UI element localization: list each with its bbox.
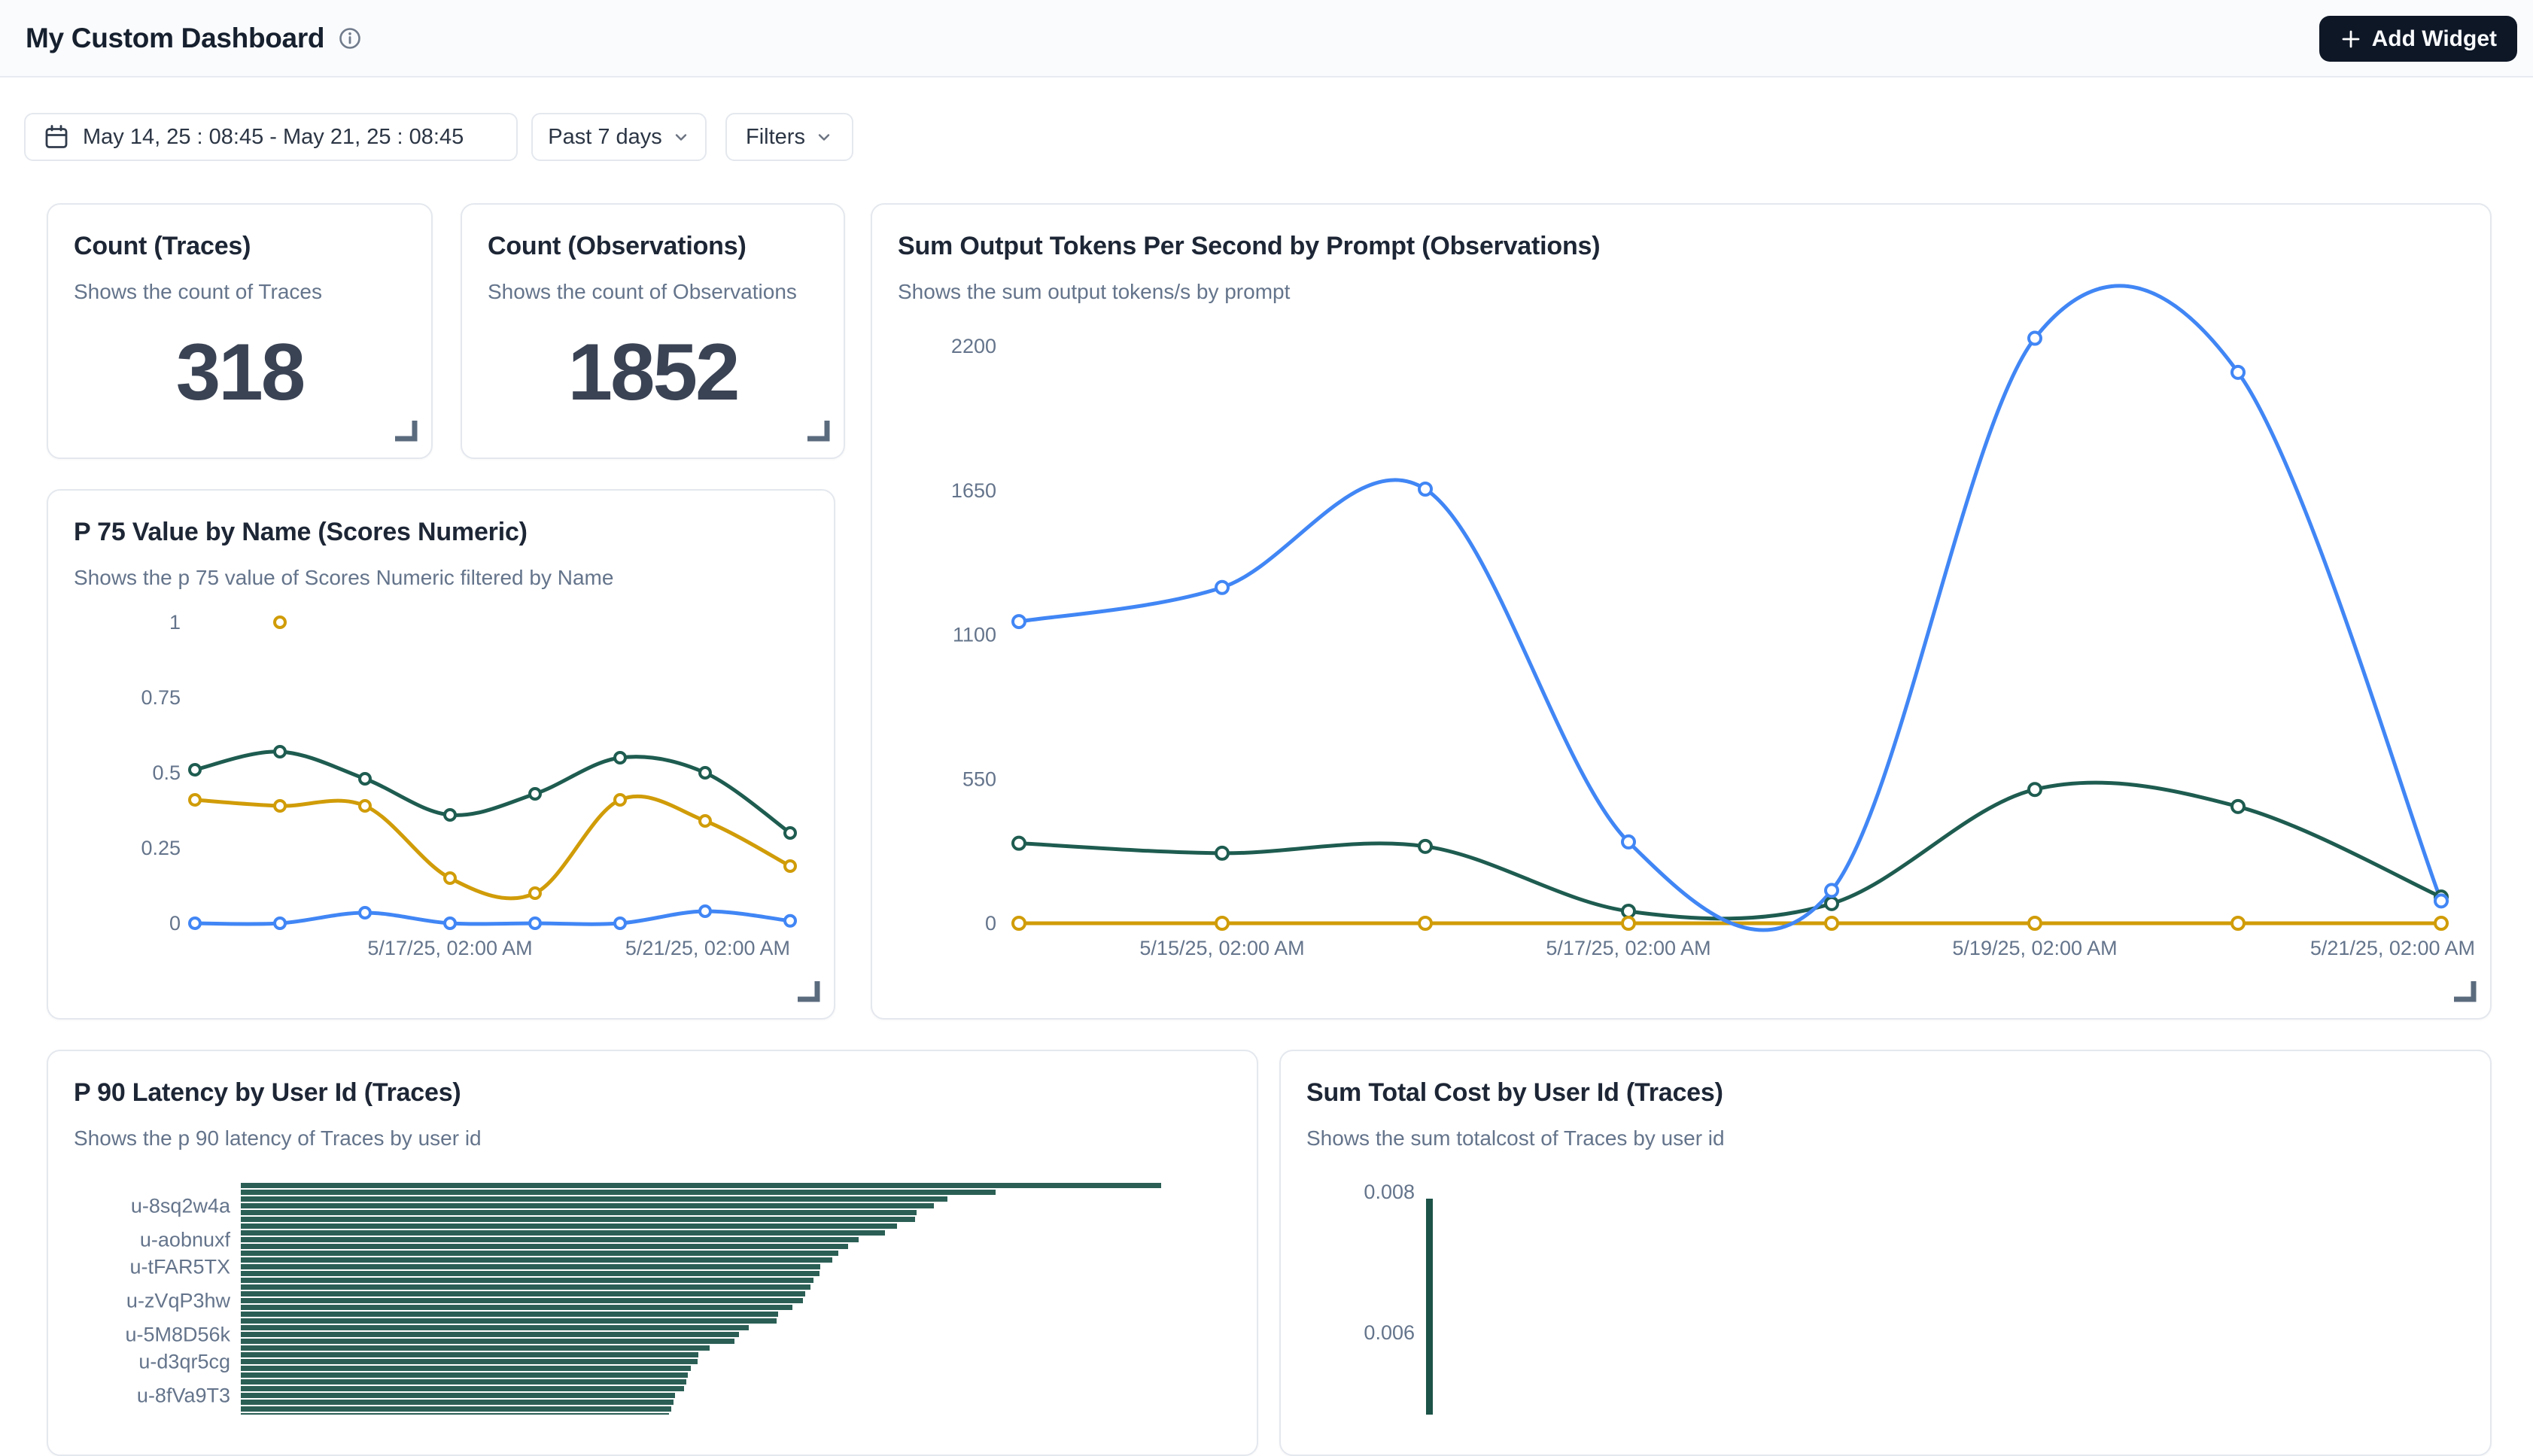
- svg-text:0.5: 0.5: [152, 761, 181, 784]
- widget-title: P 75 Value by Name (Scores Numeric): [74, 518, 528, 547]
- widget-title: Sum Output Tokens Per Second by Prompt (…: [898, 232, 1600, 261]
- plus-icon: [2340, 28, 2362, 50]
- time-preset-value: Past 7 days: [548, 125, 662, 150]
- svg-text:1650: 1650: [951, 479, 996, 502]
- widget-title: Count (Observations): [488, 232, 747, 261]
- count-traces-value: 318: [48, 325, 431, 418]
- svg-text:0.008: 0.008: [1364, 1181, 1415, 1203]
- svg-text:5/19/25, 02:00 AM: 5/19/25, 02:00 AM: [1952, 937, 2117, 959]
- resize-handle-icon[interactable]: [795, 980, 820, 1006]
- svg-text:1: 1: [169, 611, 181, 634]
- resize-handle-icon[interactable]: [2451, 980, 2477, 1006]
- widget-tokens-chart: 0 550 1100 1650 2200 5/15/25, 02:00 AM 5/17/25…: [871, 203, 2492, 1020]
- svg-text:0.006: 0.006: [1364, 1321, 1415, 1344]
- widget-subtitle: Shows the count of Observations: [488, 280, 797, 304]
- date-range-picker[interactable]: May 14, 25 : 08:45 - May 21, 25 : 08:45: [24, 113, 518, 161]
- widget-subtitle: Shows the count of Traces: [74, 280, 322, 304]
- svg-text:5/21/25, 02:00 AM: 5/21/25, 02:00 AM: [625, 937, 790, 959]
- time-preset-dropdown[interactable]: Past 7 days: [531, 113, 707, 161]
- resize-handle-icon[interactable]: [804, 419, 830, 445]
- calendar-icon: [43, 123, 70, 150]
- add-widget-label: Add Widget: [2372, 26, 2497, 52]
- widget-title: Count (Traces): [74, 232, 251, 261]
- widget-p90-chart: u-8sq2w4a u-aobnuxf u-tFAR5TX u-zVqP3hw u-5M…: [47, 1050, 1258, 1456]
- widget-title: P 90 Latency by User Id (Traces): [74, 1078, 461, 1108]
- widget-count-observations: Count (Observations) Shows the count of …: [461, 203, 845, 459]
- widget-subtitle: Shows the sum output tokens/s by prompt: [898, 280, 1290, 304]
- resize-handle-icon[interactable]: [392, 419, 418, 445]
- svg-text:0.25: 0.25: [141, 837, 181, 859]
- page-header: My Custom Dashboard Add Widget: [0, 0, 2533, 78]
- svg-text:5/15/25, 02:00 AM: 5/15/25, 02:00 AM: [1139, 937, 1304, 959]
- svg-text:u-tFAR5TX: u-tFAR5TX: [129, 1256, 230, 1278]
- svg-text:u-zVqP3hw: u-zVqP3hw: [126, 1290, 231, 1312]
- widget-subtitle: Shows the p 90 latency of Traces by user…: [74, 1126, 482, 1151]
- info-icon[interactable]: [338, 26, 362, 50]
- svg-text:u-5M8D56k: u-5M8D56k: [125, 1324, 230, 1346]
- svg-text:u-8fVa9T3: u-8fVa9T3: [137, 1385, 230, 1407]
- tokens-line-chart[interactable]: 0 550 1100 1650 2200 5/15/25, 02:00 AM 5/17/25…: [872, 205, 2493, 1021]
- filters-dropdown[interactable]: Filters: [725, 113, 853, 161]
- widget-subtitle: Shows the p 75 value of Scores Numeric f…: [74, 566, 613, 590]
- svg-text:5/21/25, 02:00 AM: 5/21/25, 02:00 AM: [2310, 937, 2475, 959]
- svg-text:0.75: 0.75: [141, 686, 181, 709]
- widget-p75-chart: 0 0.25 0.5 0.75 1 5/17/25, 02:00 AM 5/21/25, 0…: [47, 489, 835, 1020]
- widget-subtitle: Shows the sum totalcost of Traces by use…: [1306, 1126, 1725, 1151]
- svg-text:550: 550: [962, 768, 996, 790]
- add-widget-button[interactable]: Add Widget: [2319, 16, 2517, 62]
- date-range-value: May 14, 25 : 08:45 - May 21, 25 : 08:45: [83, 125, 464, 150]
- svg-text:u-8sq2w4a: u-8sq2w4a: [131, 1195, 231, 1217]
- page-title: My Custom Dashboard: [26, 23, 324, 54]
- svg-text:2200: 2200: [951, 335, 996, 357]
- filters-label: Filters: [746, 125, 805, 150]
- svg-text:u-aobnuxf: u-aobnuxf: [140, 1229, 231, 1251]
- widget-cost-chart: 0.008 0.006 Sum Total Cost by User Id (Tr…: [1279, 1050, 2492, 1456]
- widget-title: Sum Total Cost by User Id (Traces): [1306, 1078, 1723, 1108]
- svg-text:1100: 1100: [953, 624, 996, 646]
- svg-text:5/17/25, 02:00 AM: 5/17/25, 02:00 AM: [367, 937, 532, 959]
- svg-text:5/17/25, 02:00 AM: 5/17/25, 02:00 AM: [1546, 937, 1710, 959]
- chevron-down-icon: [815, 128, 833, 146]
- svg-text:0: 0: [169, 912, 181, 935]
- chevron-down-icon: [672, 128, 690, 146]
- svg-text:0: 0: [985, 912, 996, 935]
- widget-count-traces: Count (Traces) Shows the count of Traces…: [47, 203, 433, 459]
- svg-text:u-d3qr5cg: u-d3qr5cg: [138, 1351, 230, 1373]
- count-observations-value: 1852: [462, 325, 844, 418]
